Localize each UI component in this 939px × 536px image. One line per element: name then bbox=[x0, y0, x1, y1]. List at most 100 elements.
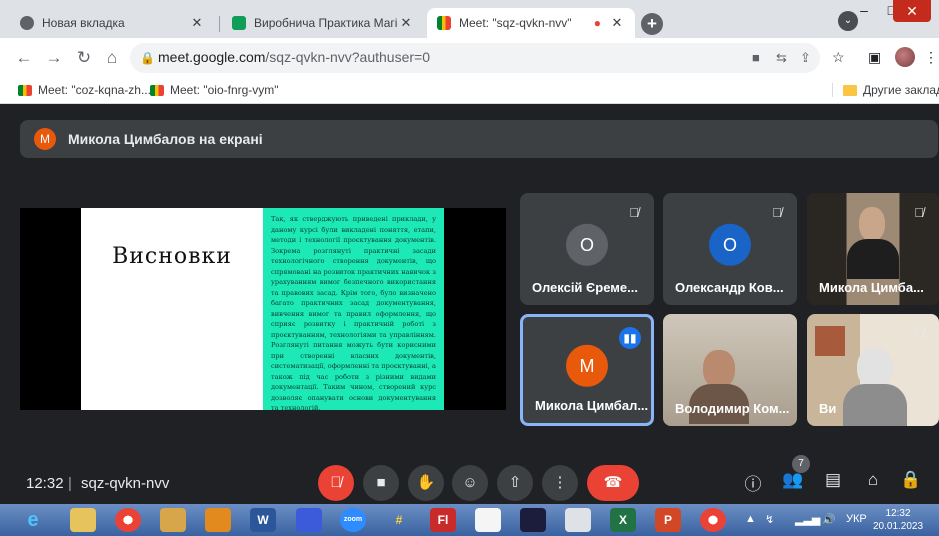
bookmark-star-icon[interactable]: ☆ bbox=[832, 49, 845, 66]
windows-taskbar: e W zoom # Fl X P ▲ ↯ ▂▃▅ 🔊 УКР 12:32 20… bbox=[0, 504, 939, 536]
participant-tile[interactable]: 🎙̸ Микола Цимба... bbox=[807, 193, 939, 305]
media-player-icon[interactable] bbox=[475, 508, 501, 532]
video-editor-icon[interactable] bbox=[520, 508, 546, 532]
host-controls-icon[interactable]: 🔒 bbox=[898, 470, 924, 490]
participant-tile-self[interactable]: 🎙̸ Ви bbox=[807, 314, 939, 426]
network-icon[interactable]: ↯ bbox=[765, 513, 774, 526]
other-bookmarks[interactable]: Другие закладки bbox=[832, 83, 939, 97]
bookmarks-bar: Meet: "coz-kqna-zh... Meet: "oio-fnrg-vy… bbox=[0, 78, 939, 104]
menu-dots-icon[interactable]: ⋮ bbox=[924, 49, 938, 66]
window-close-button[interactable]: ✕ bbox=[893, 0, 931, 22]
slide-body-text: Так, як стверджують приведені приклади, … bbox=[271, 215, 436, 412]
new-tab-button[interactable]: + bbox=[641, 13, 663, 35]
zoom-icon[interactable]: zoom bbox=[340, 508, 366, 532]
tray-arrow-icon[interactable]: ▲ bbox=[745, 513, 756, 525]
other-bookmarks-label: Другие закладки bbox=[863, 83, 939, 97]
tab-new-tab[interactable]: Новая вкладка ✕ bbox=[10, 8, 215, 38]
chrome-icon[interactable] bbox=[115, 508, 141, 532]
camera-icon[interactable]: ■ bbox=[752, 50, 760, 65]
participant-tile-active-speaker[interactable]: М ▮▮ Микола Цимбал... bbox=[520, 314, 654, 426]
close-icon[interactable]: ✕ bbox=[398, 15, 414, 31]
slide-title-panel: Висновки bbox=[81, 208, 263, 410]
reload-icon[interactable]: ↻ bbox=[74, 48, 94, 68]
meet-icon bbox=[150, 84, 164, 96]
signal-icon[interactable]: ▂▃▅ bbox=[795, 513, 820, 526]
participant-avatar: О bbox=[709, 223, 751, 266]
leave-call-button[interactable]: ☎ bbox=[587, 465, 639, 501]
minimize-icon[interactable]: – bbox=[850, 0, 878, 22]
participant-avatar: О bbox=[566, 223, 608, 266]
word-icon[interactable]: W bbox=[250, 508, 276, 532]
presenter-avatar: М bbox=[34, 128, 56, 150]
movie-clapper-icon[interactable] bbox=[565, 508, 591, 532]
participant-name: Микола Цимбал... bbox=[535, 398, 649, 413]
raise-hand-button[interactable]: ✋ bbox=[408, 465, 444, 501]
tab-title: Новая вкладка bbox=[42, 16, 125, 30]
archive-icon[interactable] bbox=[205, 508, 231, 532]
shared-screen[interactable]: Висновки Так, як стверджують приведені п… bbox=[20, 208, 506, 412]
slide-title: Висновки bbox=[112, 244, 232, 269]
home-icon[interactable]: ⌂ bbox=[102, 48, 122, 68]
powerpoint-icon[interactable]: P bbox=[655, 508, 681, 532]
chrome-icon bbox=[20, 16, 34, 30]
activities-icon[interactable]: ⌂ bbox=[860, 470, 886, 490]
mic-off-icon: 🎙̸ bbox=[629, 205, 639, 220]
participant-name: Володимир Ком... bbox=[675, 401, 790, 416]
tab-meet[interactable]: Meet: "sqz-qvkn-nvv" ● ✕ bbox=[427, 8, 635, 38]
excel-icon[interactable]: X bbox=[610, 508, 636, 532]
browser-toolbar: ← → ↻ ⌂ 🔒 meet.google.com/sqz-qvkn-nvv?a… bbox=[0, 38, 939, 78]
bookmark-label: Meet: "oio-fnrg-vym" bbox=[170, 83, 279, 97]
tab-separator bbox=[219, 16, 220, 32]
participant-tile[interactable]: О 🎙̸ Олександр Ков... bbox=[663, 193, 797, 305]
camera-toggle-button[interactable]: ■ bbox=[363, 465, 399, 501]
address-bar[interactable]: 🔒 meet.google.com/sqz-qvkn-nvv?authuser=… bbox=[130, 43, 820, 73]
emoji-reaction-button[interactable]: ☺ bbox=[452, 465, 488, 501]
participant-name: Олександр Ков... bbox=[675, 280, 784, 295]
info-icon[interactable]: ⓘ bbox=[740, 470, 766, 495]
save-disk-icon[interactable] bbox=[296, 508, 322, 532]
close-icon[interactable]: ✕ bbox=[189, 15, 205, 31]
system-clock[interactable]: 12:32 20.01.2023 bbox=[873, 507, 923, 533]
folder-icon bbox=[843, 84, 857, 96]
language-indicator[interactable]: УКР bbox=[846, 513, 867, 525]
people-icon[interactable]: 👥 bbox=[780, 470, 806, 490]
participant-tile[interactable]: О 🎙̸ Олексій Єреме... bbox=[520, 193, 654, 305]
clock-date: 20.01.2023 bbox=[873, 521, 924, 532]
bookmark-item[interactable]: Meet: "coz-kqna-zh... bbox=[18, 83, 151, 97]
present-screen-button[interactable]: ⇧ bbox=[497, 465, 533, 501]
chrome-icon[interactable] bbox=[700, 508, 726, 532]
participant-avatar: М bbox=[566, 344, 608, 387]
participant-count-badge: 7 bbox=[792, 455, 810, 473]
back-arrow-icon[interactable]: ← bbox=[14, 48, 34, 68]
hash-icon[interactable]: # bbox=[386, 508, 412, 532]
tab-title: Meet: "sqz-qvkn-nvv" bbox=[459, 16, 572, 30]
url-host: meet.google.com bbox=[158, 49, 266, 65]
mic-off-icon: 🎙̸ bbox=[772, 205, 782, 220]
slide-text-panel: Так, як стверджують приведені приклади, … bbox=[263, 208, 444, 412]
translate-icon[interactable]: ⇆ bbox=[776, 50, 787, 66]
meeting-clock: 12:32 bbox=[26, 475, 64, 492]
paint-icon[interactable] bbox=[160, 508, 186, 532]
participant-tile[interactable]: Володимир Ком... bbox=[663, 314, 797, 426]
forward-arrow-icon[interactable]: → bbox=[44, 48, 64, 68]
mic-toggle-button[interactable]: 🎙̸ bbox=[318, 465, 354, 501]
url-text[interactable]: meet.google.com/sqz-qvkn-nvv?authuser=0 bbox=[158, 49, 430, 65]
bookmark-label: Meet: "coz-kqna-zh... bbox=[38, 83, 151, 97]
close-icon[interactable]: ✕ bbox=[609, 15, 625, 31]
mic-off-icon: 🎙̸ bbox=[914, 326, 924, 341]
meet-icon bbox=[18, 84, 32, 96]
share-icon[interactable]: ⇪ bbox=[800, 50, 811, 66]
flash-icon[interactable]: Fl bbox=[430, 508, 456, 532]
volume-icon[interactable]: 🔊 bbox=[822, 513, 836, 526]
participant-name: Олексій Єреме... bbox=[532, 280, 638, 295]
profile-avatar[interactable] bbox=[895, 47, 915, 67]
ie-icon[interactable]: e bbox=[20, 508, 46, 532]
tab-practice[interactable]: Виробнича Практика Магістри ✕ bbox=[222, 8, 424, 38]
chat-icon[interactable]: ▤ bbox=[820, 470, 846, 490]
folder-icon[interactable] bbox=[70, 508, 96, 532]
lock-icon: 🔒 bbox=[140, 51, 155, 65]
bookmark-item[interactable]: Meet: "oio-fnrg-vym" bbox=[150, 83, 279, 97]
meeting-code: sqz-qvkn-nvv bbox=[81, 475, 170, 492]
more-options-button[interactable]: ⋮ bbox=[542, 465, 578, 501]
side-panel-icon[interactable]: ▣ bbox=[868, 49, 881, 66]
